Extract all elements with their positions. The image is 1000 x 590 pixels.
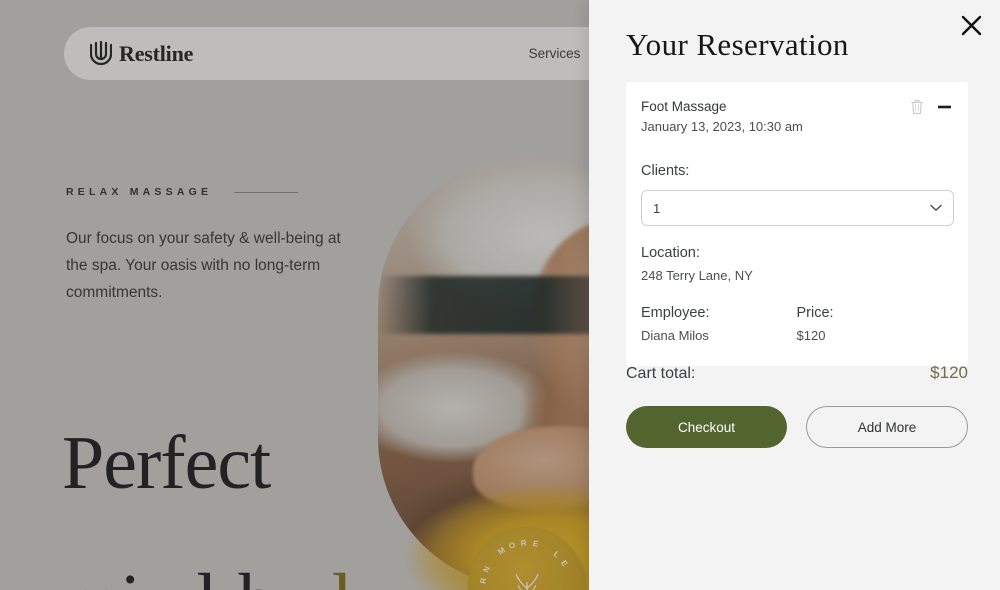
service-datetime: January 13, 2023, 10:30 am	[641, 119, 803, 134]
cart-total-label: Cart total:	[626, 365, 696, 382]
panel-actions: Checkout Add More	[626, 406, 968, 448]
reservation-card-body: Clients: 1 Location: 248 Terry Lane, NY …	[626, 146, 968, 366]
reservation-card-actions	[910, 97, 952, 115]
location-value: 248 Terry Lane, NY	[641, 268, 753, 283]
clients-select[interactable]: 1	[641, 190, 954, 226]
add-more-button[interactable]: Add More	[806, 406, 968, 448]
chevron-down-icon	[930, 204, 942, 211]
employee-value: Diana Milos	[641, 328, 709, 343]
clients-selected-value: 1	[653, 200, 661, 216]
close-button[interactable]	[954, 8, 988, 42]
price-block: Price: $120	[797, 302, 953, 346]
clients-label: Clients:	[641, 163, 690, 179]
checkout-button[interactable]: Checkout	[626, 406, 787, 448]
employee-block: Employee: Diana Milos	[641, 302, 797, 346]
panel-title: Your Reservation	[626, 27, 849, 62]
price-label: Price:	[796, 305, 834, 321]
screen: LEARN MORE LE Restline Se	[0, 0, 1000, 590]
close-icon	[961, 15, 981, 35]
cart-total-row: Cart total: $120	[626, 363, 968, 383]
price-value: $120	[796, 328, 826, 343]
trash-icon[interactable]	[910, 99, 924, 115]
employee-price-row: Employee: Diana Milos Price: $120	[641, 302, 952, 346]
employee-label: Employee:	[641, 305, 710, 321]
reservation-card-header: Foot Massage January 13, 2023, 10:30 am	[626, 82, 968, 151]
cart-total-value: $120	[930, 363, 968, 382]
reservation-card-texts: Foot Massage January 13, 2023, 10:30 am	[641, 97, 910, 136]
location-label: Location:	[641, 245, 700, 261]
location-block: Location: 248 Terry Lane, NY	[641, 242, 952, 286]
reservation-panel: Your Reservation Foot Massage January 13…	[589, 0, 1000, 590]
service-name: Foot Massage	[641, 99, 727, 114]
minus-icon[interactable]	[937, 105, 952, 109]
